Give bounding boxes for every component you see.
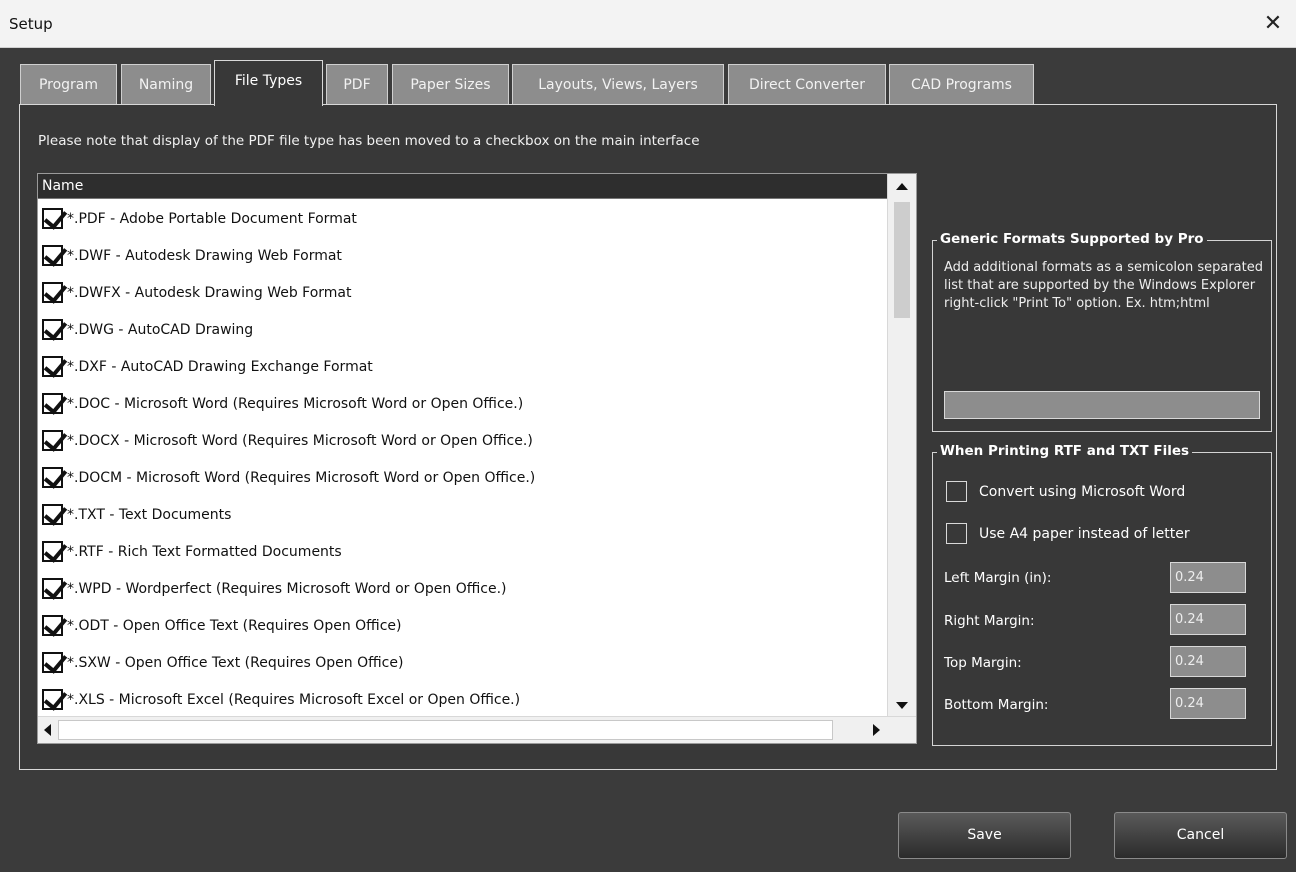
- tab-paper-sizes[interactable]: Paper Sizes: [392, 64, 509, 105]
- file-type-list[interactable]: Name *.PDF - Adobe Portable Document For…: [37, 173, 917, 744]
- file-type-row[interactable]: *.ODT - Open Office Text (Requires Open …: [38, 607, 887, 644]
- file-type-label: *.XLS - Microsoft Excel (Requires Micros…: [67, 691, 521, 708]
- file-types-panel: Please note that display of the PDF file…: [19, 104, 1277, 770]
- checkbox-checked-icon[interactable]: [42, 208, 63, 229]
- scroll-left-button[interactable]: [38, 717, 60, 743]
- top-margin-label: Top Margin:: [944, 655, 1022, 671]
- generic-formats-legend: Generic Formats Supported by Pro: [937, 231, 1207, 247]
- file-type-rows: *.PDF - Adobe Portable Document Format *…: [38, 200, 887, 717]
- file-type-label: *.DWG - AutoCAD Drawing: [67, 321, 254, 338]
- file-type-label: *.DOC - Microsoft Word (Requires Microso…: [67, 395, 524, 412]
- tab-file-types[interactable]: File Types: [214, 60, 323, 106]
- pdf-note: Please note that display of the PDF file…: [38, 133, 700, 149]
- file-type-label: *.SXW - Open Office Text (Requires Open …: [67, 654, 404, 671]
- file-type-label: *.WPD - Wordperfect (Requires Microsoft …: [67, 580, 507, 597]
- checkbox-checked-icon[interactable]: [42, 467, 63, 488]
- file-type-row[interactable]: *.WPD - Wordperfect (Requires Microsoft …: [38, 570, 887, 607]
- checkbox-checked-icon[interactable]: [42, 689, 63, 710]
- file-type-row[interactable]: *.XLS - Microsoft Excel (Requires Micros…: [38, 681, 887, 717]
- checkbox-checked-icon[interactable]: [42, 652, 63, 673]
- top-margin-input[interactable]: 0.24: [1170, 646, 1246, 677]
- right-margin-input[interactable]: 0.24: [1170, 604, 1246, 635]
- checkbox-checked-icon[interactable]: [42, 356, 63, 377]
- arrow-up-icon: [896, 183, 908, 190]
- checkbox-checked-icon[interactable]: [42, 393, 63, 414]
- bottom-margin-label: Bottom Margin:: [944, 697, 1049, 713]
- file-type-row[interactable]: *.TXT - Text Documents: [38, 496, 887, 533]
- bottom-margin-input[interactable]: 0.24: [1170, 688, 1246, 719]
- convert-word-option[interactable]: Convert using Microsoft Word: [946, 481, 1185, 502]
- tab-naming[interactable]: Naming: [121, 64, 211, 105]
- horizontal-scrollbar[interactable]: [38, 716, 916, 743]
- checkbox-checked-icon[interactable]: [42, 541, 63, 562]
- file-type-label: *.DWF - Autodesk Drawing Web Format: [67, 247, 342, 264]
- file-type-label: *.PDF - Adobe Portable Document Format: [67, 210, 357, 227]
- close-icon[interactable]: ✕: [1250, 0, 1296, 48]
- file-type-row[interactable]: *.PDF - Adobe Portable Document Format: [38, 200, 887, 237]
- file-type-label: *.TXT - Text Documents: [67, 506, 232, 523]
- file-type-label: *.ODT - Open Office Text (Requires Open …: [67, 617, 402, 634]
- a4-paper-checkbox[interactable]: [946, 523, 967, 544]
- file-type-row[interactable]: *.SXW - Open Office Text (Requires Open …: [38, 644, 887, 681]
- a4-paper-option[interactable]: Use A4 paper instead of letter: [946, 523, 1190, 544]
- checkbox-checked-icon[interactable]: [42, 319, 63, 340]
- file-type-row[interactable]: *.DOC - Microsoft Word (Requires Microso…: [38, 385, 887, 422]
- file-type-label: *.DWFX - Autodesk Drawing Web Format: [67, 284, 352, 301]
- generic-formats-group: Generic Formats Supported by Pro Add add…: [932, 231, 1272, 432]
- vertical-scrollbar[interactable]: [887, 174, 916, 719]
- arrow-down-icon: [896, 702, 908, 709]
- file-type-row[interactable]: *.RTF - Rich Text Formatted Documents: [38, 533, 887, 570]
- file-type-row[interactable]: *.DOCX - Microsoft Word (Requires Micros…: [38, 422, 887, 459]
- file-type-label: *.RTF - Rich Text Formatted Documents: [67, 543, 342, 560]
- checkbox-checked-icon[interactable]: [42, 282, 63, 303]
- checkbox-checked-icon[interactable]: [42, 245, 63, 266]
- tab-direct-converter[interactable]: Direct Converter: [728, 64, 886, 105]
- checkbox-checked-icon[interactable]: [42, 615, 63, 636]
- vertical-scroll-thumb[interactable]: [894, 202, 910, 318]
- arrow-right-icon: [873, 724, 880, 736]
- scroll-down-button[interactable]: [888, 692, 916, 718]
- checkbox-checked-icon[interactable]: [42, 578, 63, 599]
- checkbox-checked-icon[interactable]: [42, 504, 63, 525]
- convert-word-checkbox[interactable]: [946, 481, 967, 502]
- file-type-row[interactable]: *.DXF - AutoCAD Drawing Exchange Format: [38, 348, 887, 385]
- rtf-txt-legend: When Printing RTF and TXT Files: [937, 443, 1193, 459]
- generic-formats-input[interactable]: [944, 391, 1260, 419]
- column-header-name[interactable]: Name: [38, 174, 887, 199]
- file-type-row[interactable]: *.DWF - Autodesk Drawing Web Format: [38, 237, 887, 274]
- file-type-row[interactable]: *.DWFX - Autodesk Drawing Web Format: [38, 274, 887, 311]
- rtf-txt-group: When Printing RTF and TXT Files Convert …: [932, 443, 1272, 746]
- scroll-right-button[interactable]: [864, 717, 886, 743]
- file-type-row[interactable]: *.DWG - AutoCAD Drawing: [38, 311, 887, 348]
- arrow-left-icon: [44, 724, 51, 736]
- tab-pdf[interactable]: PDF: [326, 64, 388, 105]
- a4-paper-label: Use A4 paper instead of letter: [979, 525, 1190, 542]
- tab-program[interactable]: Program: [20, 64, 117, 105]
- horizontal-scroll-thumb[interactable]: [58, 720, 833, 740]
- checkbox-checked-icon[interactable]: [42, 430, 63, 451]
- right-margin-label: Right Margin:: [944, 613, 1035, 629]
- file-type-label: *.DOCM - Microsoft Word (Requires Micros…: [67, 469, 536, 486]
- title-bar: Setup ✕: [0, 0, 1296, 48]
- file-type-label: *.DXF - AutoCAD Drawing Exchange Format: [67, 358, 373, 375]
- scroll-up-button[interactable]: [888, 174, 916, 200]
- left-margin-label: Left Margin (in):: [944, 570, 1052, 586]
- cancel-button[interactable]: Cancel: [1114, 812, 1287, 859]
- file-type-label: *.DOCX - Microsoft Word (Requires Micros…: [67, 432, 533, 449]
- window-title: Setup: [9, 15, 53, 33]
- convert-word-label: Convert using Microsoft Word: [979, 483, 1186, 500]
- tab-layouts-views-layers[interactable]: Layouts, Views, Layers: [512, 64, 724, 105]
- tab-cad-programs[interactable]: CAD Programs: [889, 64, 1034, 105]
- generic-formats-description: Add additional formats as a semicolon se…: [944, 260, 1263, 311]
- left-margin-input[interactable]: 0.24: [1170, 562, 1246, 593]
- file-type-row[interactable]: *.DOCM - Microsoft Word (Requires Micros…: [38, 459, 887, 496]
- save-button[interactable]: Save: [898, 812, 1071, 859]
